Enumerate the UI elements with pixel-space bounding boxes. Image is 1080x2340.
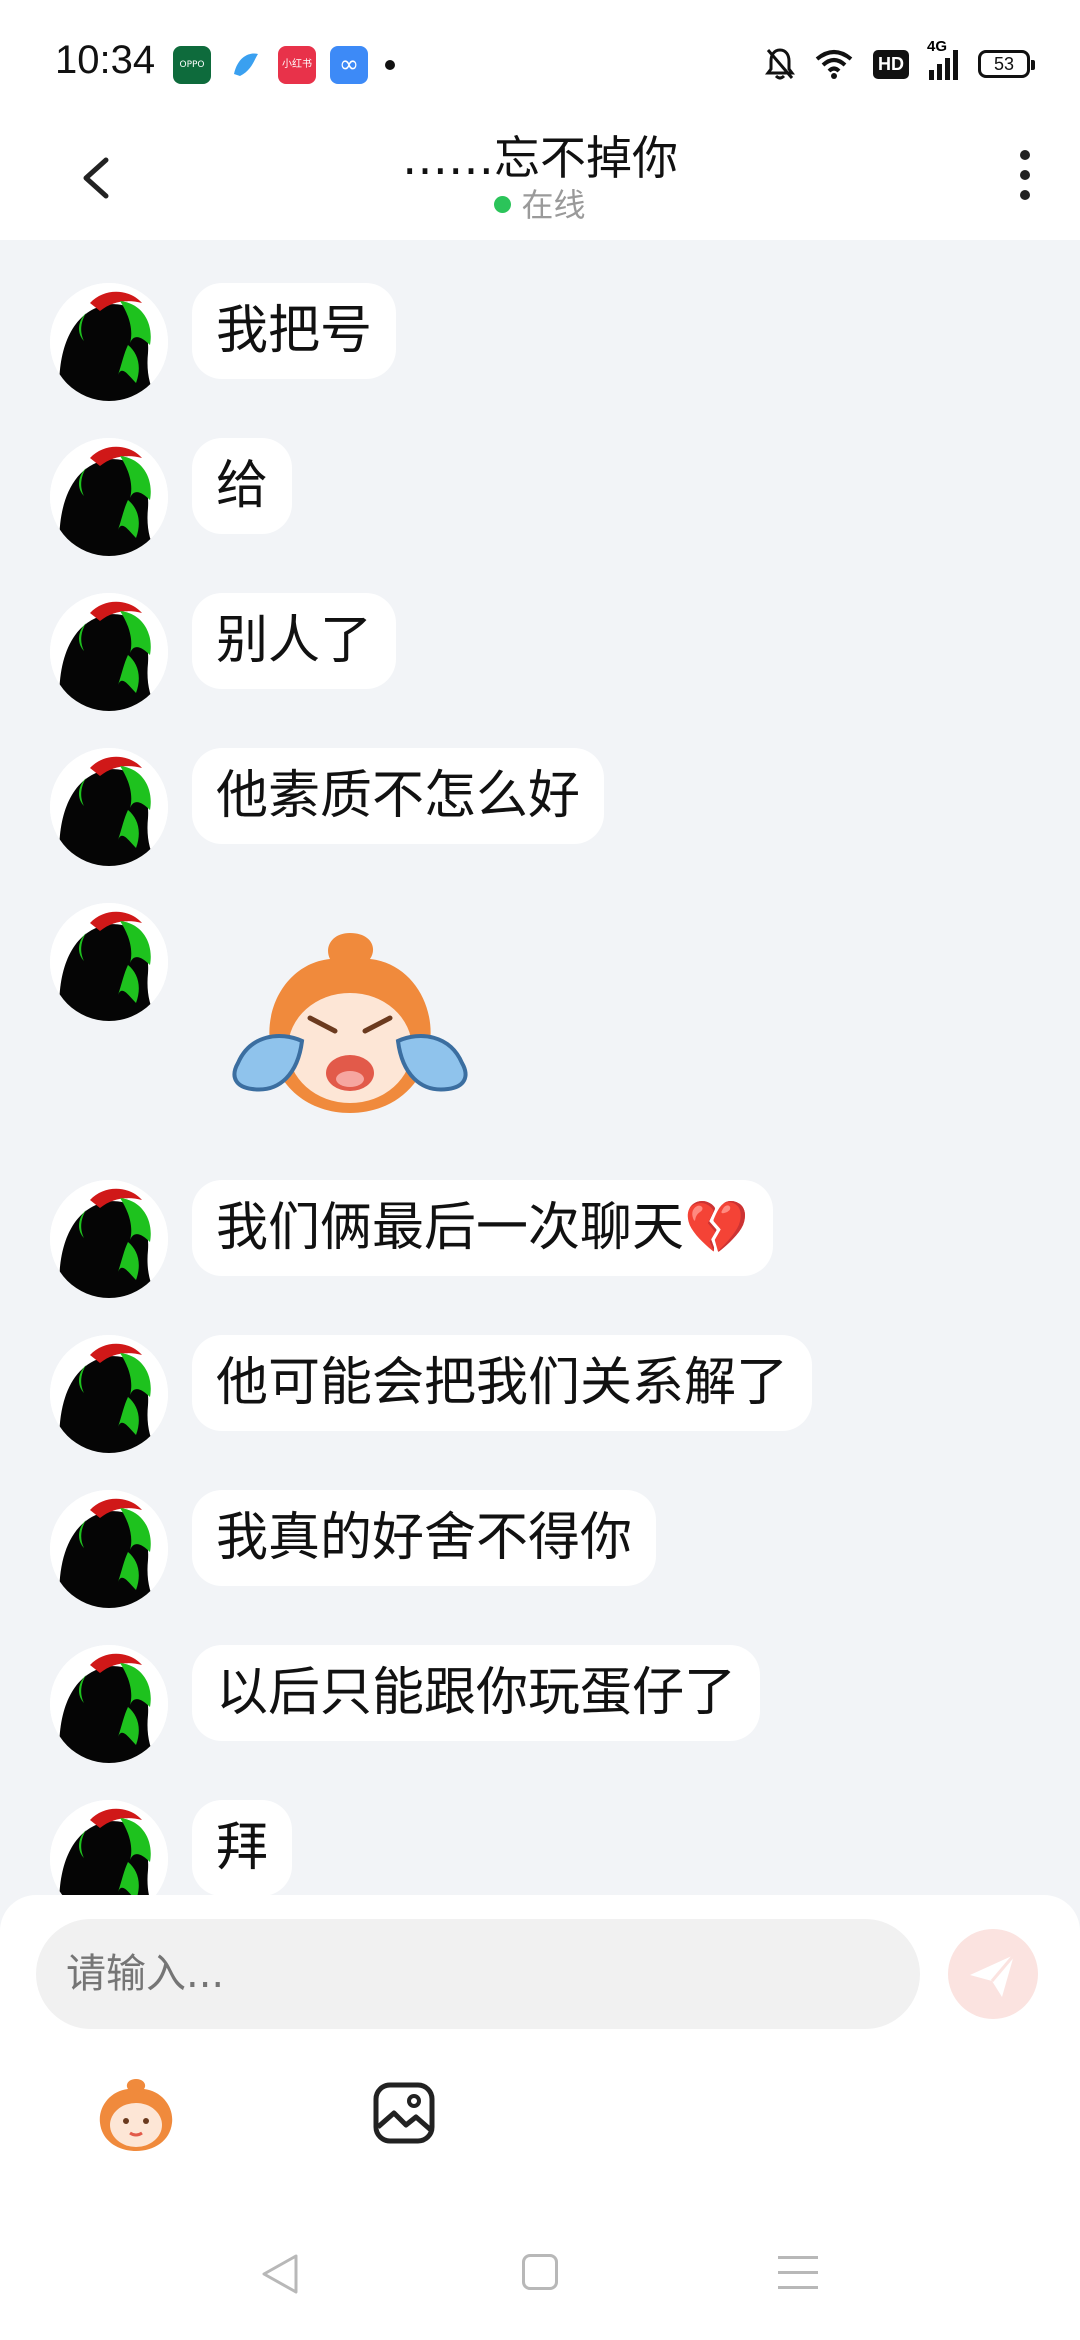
message-list[interactable]: 我把号 给 别人了 他素质不怎么好 我们俩最后一次聊天💔 他可能会把我们关系解了… <box>0 240 1080 1895</box>
message-bubble[interactable]: 我们俩最后一次聊天💔 <box>192 1180 773 1276</box>
online-dot <box>494 196 512 213</box>
avatar[interactable] <box>50 1490 168 1608</box>
avatar[interactable] <box>50 1800 168 1895</box>
chat-header: ……忘不掉你 在线 <box>0 130 1080 240</box>
signal-icon: 4G <box>927 38 958 80</box>
more-dot <box>1020 190 1030 200</box>
online-status-text: 在线 <box>521 186 586 224</box>
emoji-sticker-icon[interactable] <box>92 2075 180 2153</box>
online-status: 在线 <box>0 180 1080 226</box>
hd-badge: HD <box>873 49 909 79</box>
status-bar: 10:34 OPPO 小红书 ∞ HD 4G 53 <box>0 0 1080 130</box>
message-bubble[interactable]: 给 <box>192 438 293 534</box>
bird-app-icon <box>226 46 264 84</box>
menu-line <box>778 2256 818 2259</box>
avatar[interactable] <box>50 283 168 401</box>
message-bubble[interactable]: 别人了 <box>192 593 397 689</box>
avatar[interactable] <box>50 593 168 711</box>
message-input[interactable] <box>36 1919 920 2029</box>
message-bubble[interactable]: 我把号 <box>192 283 397 379</box>
message-bubble[interactable]: 他素质不怎么好 <box>192 748 605 844</box>
menu-line <box>778 2286 818 2289</box>
send-icon <box>970 1954 1016 1997</box>
avatar[interactable] <box>50 903 168 1021</box>
message-bubble[interactable]: 拜 <box>192 1800 293 1895</box>
avatar[interactable] <box>50 1335 168 1453</box>
avatar[interactable] <box>50 1180 168 1298</box>
status-time: 10:34 <box>55 38 156 82</box>
avatar[interactable] <box>50 1645 168 1763</box>
more-dot <box>1020 170 1030 180</box>
avatar[interactable] <box>50 748 168 866</box>
chat-title: ……忘不掉你 <box>402 131 678 185</box>
nav-home-icon[interactable] <box>522 2254 558 2290</box>
avatar[interactable] <box>50 438 168 556</box>
send-button[interactable] <box>948 1929 1038 2019</box>
infinity-app-icon: ∞ <box>330 46 368 84</box>
image-icon[interactable] <box>372 2081 436 2145</box>
crying-sticker-icon[interactable] <box>220 923 480 1123</box>
nav-back-icon[interactable] <box>258 2250 302 2298</box>
status-icons: HD 4G 53 <box>765 38 1035 84</box>
nav-menu-icon[interactable] <box>778 2256 818 2301</box>
wifi-icon <box>815 50 853 79</box>
oppo-icon: OPPO <box>173 46 211 84</box>
more-notifications-icon <box>385 60 395 70</box>
mute-bell-icon <box>765 48 795 80</box>
message-bubble[interactable]: 以后只能跟你玩蛋仔了 <box>192 1645 761 1741</box>
more-dot <box>1020 150 1030 160</box>
system-nav-bar <box>0 2220 1080 2340</box>
menu-line <box>778 2271 818 2274</box>
more-options-button[interactable] <box>1000 140 1050 210</box>
battery-icon: 53 <box>978 50 1035 78</box>
xiaohongshu-icon: 小红书 <box>278 46 316 84</box>
message-bubble[interactable]: 我真的好舍不得你 <box>192 1490 657 1586</box>
message-bubble[interactable]: 他可能会把我们关系解了 <box>192 1335 813 1431</box>
network-type: 4G <box>927 38 948 55</box>
